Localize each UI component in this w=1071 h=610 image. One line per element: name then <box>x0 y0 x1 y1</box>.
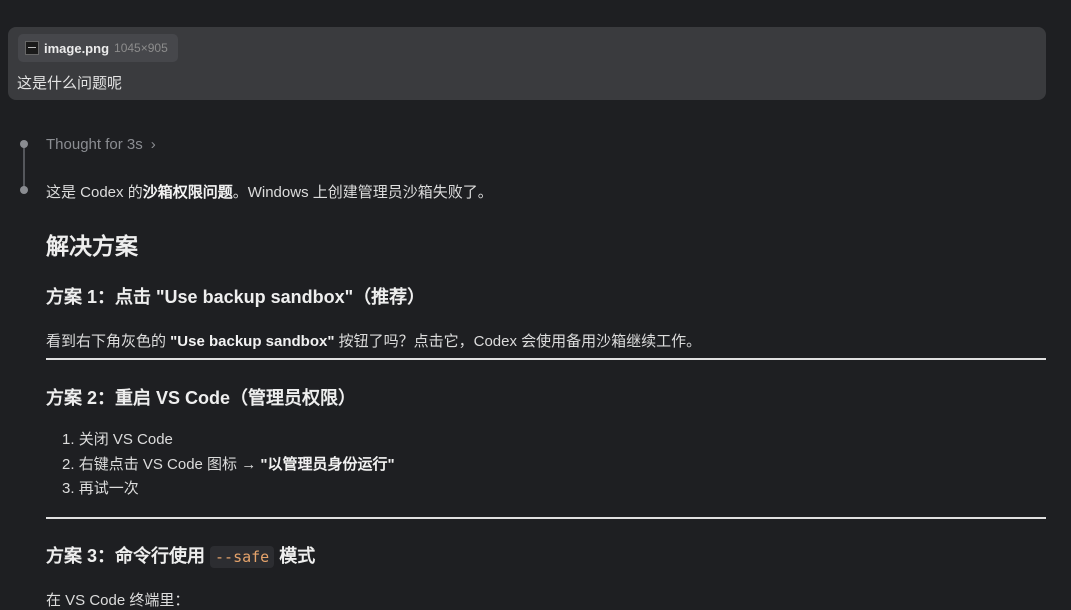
option2-steps: 1. 关闭 VS Code 2. 右键点击 VS Code 图标 → "以管理员… <box>62 428 1062 502</box>
attachment-filename: image.png <box>44 40 110 56</box>
option3-text: 在 VS Code 终端里： <box>46 592 190 609</box>
inline-code: --safe <box>210 546 275 568</box>
user-message-bubble: image.png 1045×905 这是什么问题呢 <box>8 27 1046 100</box>
attachment-dimensions: 1045×905 <box>114 41 168 55</box>
image-file-icon <box>25 41 39 55</box>
list-number: 2. <box>62 455 75 473</box>
user-message-text: 这是什么问题呢 <box>17 75 123 92</box>
thought-label: Thought for 3s <box>46 136 143 153</box>
list-text: 关闭 VS Code <box>78 431 173 448</box>
list-item: 1. 关闭 VS Code <box>62 428 1062 453</box>
timeline-dot-answer <box>20 186 28 194</box>
list-number: 1. <box>62 431 75 448</box>
timeline-line <box>23 143 25 190</box>
divider <box>46 517 1046 519</box>
option1-text-start: 看到右下角灰色的 <box>46 333 171 350</box>
answer-intro: 这是 Codex 的沙箱权限问题。Windows 上创建管理员沙箱失败了。 <box>46 181 1046 202</box>
solutions-heading: 解决方案 <box>46 233 138 259</box>
option3-title-end: 模式 <box>274 546 316 566</box>
divider <box>46 358 1046 360</box>
list-text: 右键点击 VS Code 图标 → <box>78 455 261 473</box>
option1-text-end: 按钮了吗？点击它，Codex 会使用备用沙箱继续工作。 <box>334 333 702 350</box>
image-attachment-chip[interactable]: image.png 1045×905 <box>18 34 178 62</box>
option3-title-start: 方案 3：命令行使用 <box>46 546 211 566</box>
list-text: 再试一次 <box>78 480 139 497</box>
option1-text-bold: "Use backup sandbox" <box>170 333 335 350</box>
intro-text: 这是 Codex 的 <box>46 184 143 201</box>
intro-text-end: 。Windows 上创建管理员沙箱失败了。 <box>232 184 493 201</box>
list-item: 2. 右键点击 VS Code 图标 → "以管理员身份运行" <box>62 453 1062 478</box>
intro-bold: 沙箱权限问题 <box>142 184 233 201</box>
option1-title: 方案 1：点击 "Use backup sandbox"（推荐） <box>46 287 426 307</box>
option1-text: 看到右下角灰色的 "Use backup sandbox" 按钮了吗？点击它，C… <box>46 330 1046 351</box>
chevron-right-icon: › <box>150 136 156 153</box>
timeline-dot-thought <box>20 140 28 148</box>
chat-view: image.png 1045×905 这是什么问题呢 Thought for 3… <box>0 0 1071 610</box>
list-bold: "以管理员身份运行" <box>260 455 395 473</box>
list-number: 3. <box>62 480 75 497</box>
list-item: 3. 再试一次 <box>62 477 1062 502</box>
option3-title: 方案 3：命令行使用 --safe 模式 <box>46 542 1046 568</box>
option2-title: 方案 2：重启 VS Code（管理员权限） <box>46 388 357 408</box>
thought-toggle[interactable]: Thought for 3s › <box>46 136 156 153</box>
